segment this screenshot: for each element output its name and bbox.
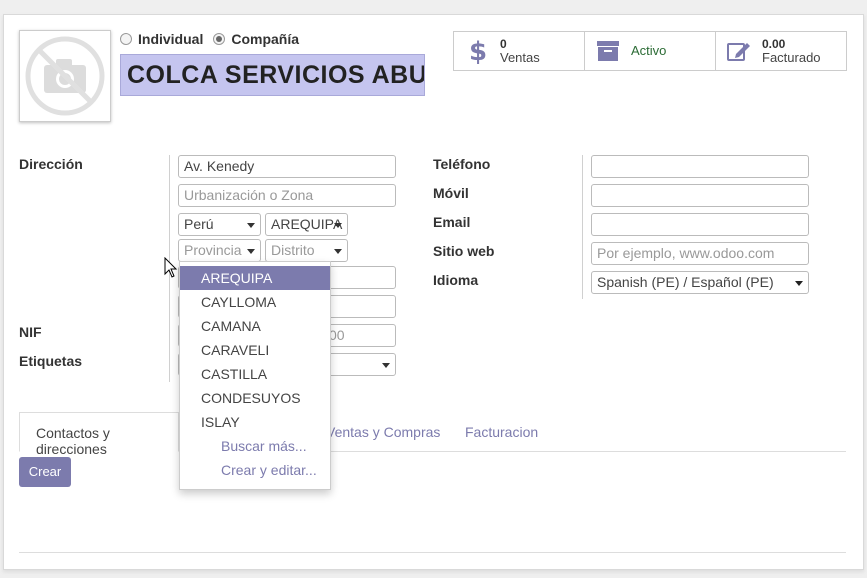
invoiced-label: Facturado — [762, 49, 821, 65]
vat-label: NIF — [19, 324, 42, 340]
dropdown-option[interactable]: CARAVELI — [180, 338, 330, 362]
tab-sales-purchases[interactable]: Ventas y Compras — [326, 424, 440, 440]
street2-input[interactable]: Urbanización o Zona — [178, 184, 396, 207]
mobile-input[interactable] — [591, 184, 809, 207]
district-select[interactable]: Distrito — [265, 239, 348, 262]
chevron-down-icon — [247, 249, 255, 254]
invoiced-amount: 0.00 — [762, 36, 786, 51]
dropdown-option[interactable]: CASTILLA — [180, 362, 330, 386]
country-select[interactable]: Perú — [178, 213, 261, 236]
avatar[interactable] — [19, 30, 111, 122]
create-edit-link[interactable]: Crear y editar... — [180, 458, 330, 482]
state-value: AREQUIPA — [271, 216, 343, 232]
dropdown-option[interactable]: ISLAY — [180, 410, 330, 434]
sales-stat-button[interactable]: $ 0 Ventas — [454, 32, 585, 70]
mobile-label: Móvil — [433, 185, 469, 201]
language-value: Spanish (PE) / Español (PE) — [597, 274, 774, 290]
bottom-divider — [19, 552, 846, 553]
dropdown-option[interactable]: CAMANA — [180, 314, 330, 338]
email-label: Email — [433, 214, 471, 230]
dropdown-option[interactable]: CONDESUYOS — [180, 386, 330, 410]
company-type-radio: Individual Compañía — [120, 31, 309, 47]
invoiced-stat-button[interactable]: 0.00 Facturado — [716, 32, 846, 70]
active-label: Activo — [631, 43, 667, 58]
radio-company[interactable]: Compañía — [213, 31, 299, 47]
phone-label: Teléfono — [433, 156, 491, 172]
archive-icon — [595, 40, 621, 62]
radio-individual[interactable]: Individual — [120, 31, 203, 47]
street-input[interactable]: Av. Kenedy — [178, 155, 396, 178]
radio-label-company: Compañía — [231, 31, 300, 47]
svg-text:$: $ — [469, 37, 486, 65]
sales-count: 0 — [500, 36, 507, 51]
email-input[interactable] — [591, 213, 809, 236]
chevron-down-icon — [334, 249, 342, 254]
stat-buttons: $ 0 Ventas Activo 0.00 Facturado — [453, 31, 847, 71]
sales-label: Ventas — [500, 49, 540, 65]
radio-circle — [120, 33, 132, 45]
tab-invoicing[interactable]: Facturacion — [465, 424, 538, 440]
create-button[interactable]: Crear — [19, 457, 71, 487]
website-label: Sitio web — [433, 243, 495, 259]
partner-name-input[interactable]: COLCA SERVICIOS ABUELO — [120, 54, 425, 96]
language-label: Idioma — [433, 272, 479, 288]
mouse-cursor-icon — [164, 257, 178, 278]
search-more-link[interactable]: Buscar más... — [180, 434, 330, 458]
dollar-icon: $ — [464, 37, 490, 65]
active-toggle-button[interactable]: Activo — [585, 32, 716, 70]
dropdown-option[interactable]: CAYLLOMA — [180, 290, 330, 314]
radio-circle-checked — [213, 33, 226, 45]
tags-label: Etiquetas — [19, 353, 83, 369]
chevron-down-icon — [247, 223, 255, 228]
address-label: Dirección — [19, 156, 83, 172]
chevron-down-icon — [334, 223, 342, 228]
language-select[interactable]: Spanish (PE) / Español (PE) — [591, 271, 809, 294]
province-autocomplete-dropdown: AREQUIPA CAYLLOMA CAMANA CARAVELI CASTIL… — [179, 261, 331, 490]
district-placeholder: Distrito — [271, 242, 315, 258]
tab-contacts[interactable]: Contactos y direcciones — [19, 412, 179, 457]
country-value: Perú — [184, 216, 214, 232]
website-input[interactable]: Por ejemplo, www.odoo.com — [591, 242, 809, 265]
state-select[interactable]: AREQUIPA — [265, 213, 348, 236]
chevron-down-icon — [382, 363, 390, 368]
province-placeholder: Provincia — [184, 242, 242, 258]
form-sheet: Individual Compañía COLCA SERVICIOS ABUE… — [3, 14, 864, 570]
radio-label-individual: Individual — [138, 31, 204, 47]
phone-input[interactable] — [591, 155, 809, 178]
no-photo-icon — [25, 36, 105, 116]
dropdown-option[interactable]: AREQUIPA — [180, 266, 330, 290]
divider — [582, 155, 583, 299]
province-select[interactable]: Provincia — [178, 239, 261, 262]
chevron-down-icon — [795, 281, 803, 286]
edit-icon — [726, 40, 752, 62]
